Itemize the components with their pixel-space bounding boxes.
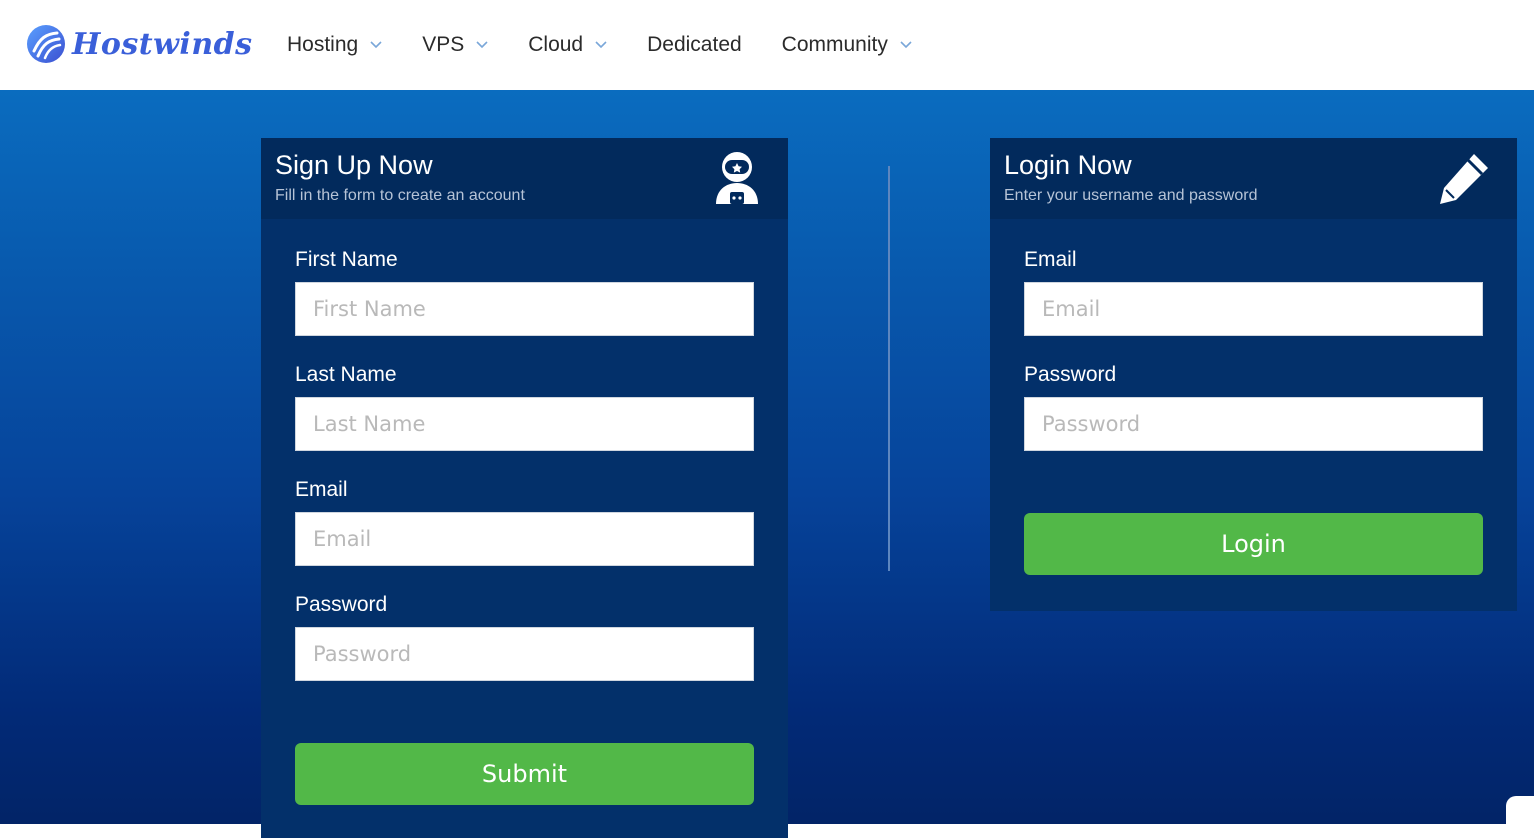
nav-item-label: Dedicated (647, 33, 742, 56)
signup-title: Sign Up Now (275, 150, 433, 180)
main-menu: Hosting VPS Cloud Dedicated Community (287, 0, 952, 90)
chevron-down-icon (476, 41, 488, 49)
chat-widget[interactable] (1506, 796, 1534, 836)
login-button[interactable]: Login (1024, 513, 1483, 575)
login-password-label: Password (1024, 363, 1117, 386)
panel-divider (888, 166, 890, 571)
last-name-label: Last Name (295, 363, 397, 386)
signup-email-input[interactable] (295, 512, 754, 566)
nav-item-label: VPS (422, 33, 465, 56)
top-navigation: Hostwinds Hosting VPS Cloud Dedicated Co… (0, 0, 1534, 90)
nav-item-hosting[interactable]: Hosting (287, 33, 382, 57)
nav-item-label: Cloud (528, 33, 584, 56)
signup-panel: Sign Up Now Fill in the form to create a… (261, 138, 788, 838)
signup-password-label: Password (295, 593, 388, 616)
last-name-input[interactable] (295, 397, 754, 451)
login-email-input[interactable] (1024, 282, 1483, 336)
login-email-label: Email (1024, 248, 1077, 271)
signup-password-input[interactable] (295, 627, 754, 681)
hostwinds-logo[interactable]: Hostwinds (26, 24, 253, 64)
login-password-input[interactable] (1024, 397, 1483, 451)
login-header: Login Now Enter your username and passwo… (990, 138, 1517, 219)
nav-item-cloud[interactable]: Cloud (528, 33, 607, 57)
signup-header: Sign Up Now Fill in the form to create a… (261, 138, 788, 219)
hostwinds-logo-icon (27, 25, 65, 63)
chevron-down-icon (900, 41, 912, 49)
nav-item-label: Hosting (287, 33, 359, 56)
chevron-down-icon (370, 41, 382, 49)
submit-button[interactable]: Submit (295, 743, 754, 805)
chevron-down-icon (595, 41, 607, 49)
login-title: Login Now (1004, 150, 1132, 180)
nav-item-dedicated[interactable]: Dedicated (647, 33, 742, 57)
first-name-input[interactable] (295, 282, 754, 336)
nav-item-community[interactable]: Community (782, 33, 912, 57)
nav-item-vps[interactable]: VPS (422, 33, 488, 57)
first-name-label: First Name (295, 248, 398, 271)
pencil-icon (1440, 154, 1488, 204)
astronaut-icon (716, 152, 758, 204)
login-subtitle: Enter your username and password (1004, 187, 1258, 204)
brand-name: Hostwinds (72, 26, 253, 62)
signup-email-label: Email (295, 478, 348, 501)
login-panel: Login Now Enter your username and passwo… (990, 138, 1517, 611)
signup-subtitle: Fill in the form to create an account (275, 187, 525, 204)
nav-item-label: Community (781, 33, 888, 56)
